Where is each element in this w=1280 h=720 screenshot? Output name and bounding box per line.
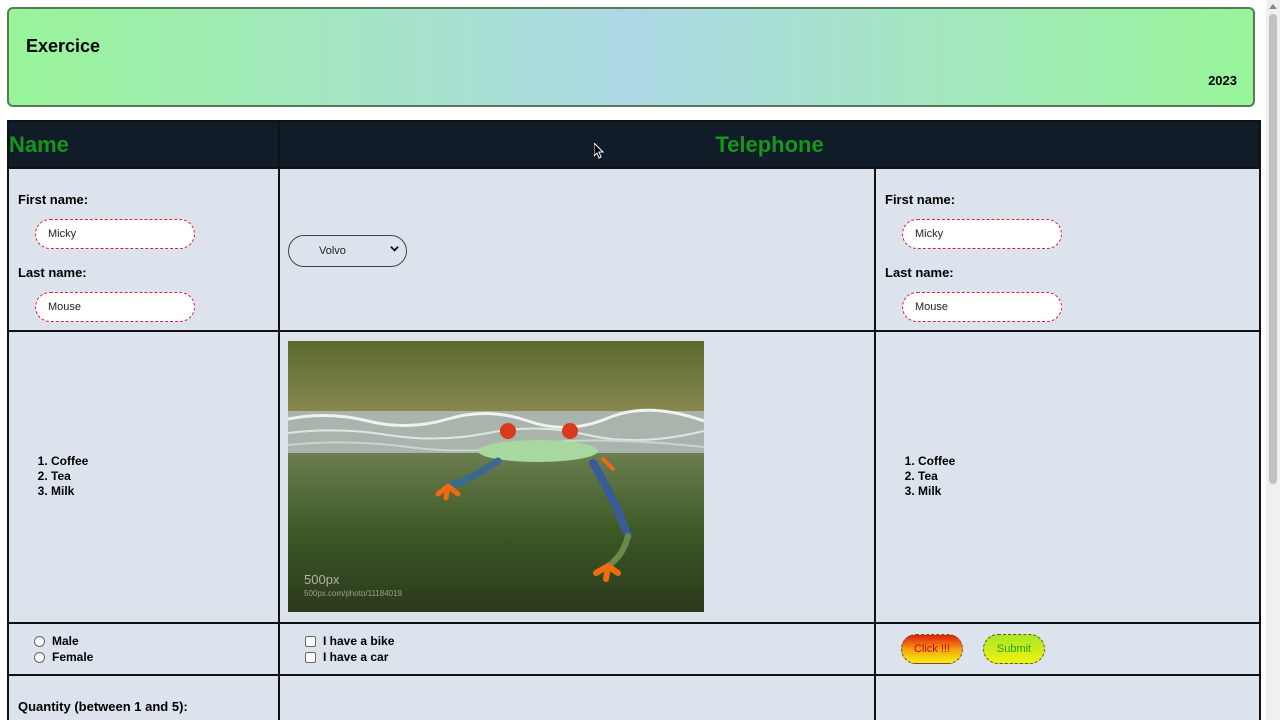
scrollbar-thumb[interactable]: [1269, 14, 1277, 484]
first-name-input[interactable]: [902, 219, 1062, 249]
table-row: Coffee Tea Milk: [7, 330, 1262, 624]
vehicle-cell: I have a bike I have a car: [278, 622, 876, 676]
mouse-pointer-icon: [594, 143, 604, 159]
vertical-scrollbar[interactable]: [1266, 0, 1280, 720]
buttons-cell: Click !!! Submit: [873, 622, 1262, 676]
list-item: Tea: [51, 469, 88, 484]
click-button[interactable]: Click !!!: [901, 634, 963, 664]
car-select-value: Volvo: [319, 245, 346, 257]
page: Exercice 2023 Name Telephone First name:…: [0, 0, 1266, 720]
list-left-cell: Coffee Tea Milk: [7, 330, 280, 624]
chevron-down-icon: [390, 244, 399, 256]
header-title: Exercice: [26, 36, 101, 56]
radio-female-label: Female: [52, 650, 94, 664]
list-item: Milk: [51, 484, 88, 499]
submit-button[interactable]: Submit: [983, 634, 1045, 664]
header-year: 2023: [1208, 73, 1237, 88]
list-right-cell: Coffee Tea Milk: [873, 330, 1262, 624]
radio-female-row[interactable]: Female: [34, 650, 93, 664]
radio-male[interactable]: [34, 635, 45, 647]
car-select[interactable]: Volvo: [288, 235, 407, 267]
image-caption: 500px.com/photo/11184019: [304, 589, 403, 598]
checkbox-bike-row[interactable]: I have a bike: [305, 634, 394, 648]
empty-cell: [873, 674, 1262, 720]
first-name-label: First name:: [18, 192, 89, 207]
checkbox-car-label: I have a car: [323, 650, 389, 664]
last-name-input[interactable]: [902, 292, 1062, 322]
drinks-list: Coffee Tea Milk: [18, 454, 88, 499]
quantity-cell: Quantity (between 1 and 5):: [7, 674, 280, 720]
frog-photo: 500px 500px.com/photo/11184019: [288, 341, 704, 612]
list-item: Tea: [918, 469, 955, 484]
table-row: Quantity (between 1 and 5):: [7, 674, 1262, 720]
checkbox-car-row[interactable]: I have a car: [305, 650, 388, 664]
scroll-up-arrow-icon[interactable]: [1269, 4, 1277, 9]
list-item: Milk: [918, 484, 955, 499]
radio-male-label: Male: [52, 634, 79, 648]
list-item: Coffee: [918, 454, 955, 469]
table-row: First name: Last name: Volvo First name:…: [7, 167, 1262, 332]
column-header-name: Name: [7, 120, 280, 169]
select-cell: Volvo: [278, 167, 876, 332]
first-name-label: First name:: [885, 192, 956, 207]
table-row: Male Female I have a bike I have a car C…: [7, 622, 1262, 676]
main-table: Name Telephone First name: Last name: Vo…: [7, 120, 1262, 720]
gender-cell: Male Female: [7, 622, 280, 676]
empty-cell: [278, 674, 876, 720]
image-watermark: 500px: [304, 572, 340, 587]
quantity-label: Quantity (between 1 and 5):: [18, 699, 188, 714]
drinks-list: Coffee Tea Milk: [885, 454, 955, 499]
first-name-input[interactable]: [35, 219, 195, 249]
last-name-label: Last name:: [18, 265, 87, 280]
checkbox-bike[interactable]: [305, 635, 316, 647]
image-cell: 500px 500px.com/photo/11184019: [278, 330, 876, 624]
column-header-telephone: Telephone: [277, 120, 1262, 169]
last-name-label: Last name:: [885, 265, 954, 280]
radio-female[interactable]: [34, 651, 45, 663]
checkbox-car[interactable]: [305, 651, 316, 663]
radio-male-row[interactable]: Male: [34, 634, 79, 648]
form-left-cell: First name: Last name:: [7, 167, 280, 332]
table-header-row: Name Telephone: [7, 120, 1262, 169]
list-item: Coffee: [51, 454, 88, 469]
checkbox-bike-label: I have a bike: [323, 634, 395, 648]
form-right-cell: First name: Last name:: [873, 167, 1262, 332]
page-header: Exercice 2023: [7, 7, 1255, 107]
last-name-input[interactable]: [35, 292, 195, 322]
